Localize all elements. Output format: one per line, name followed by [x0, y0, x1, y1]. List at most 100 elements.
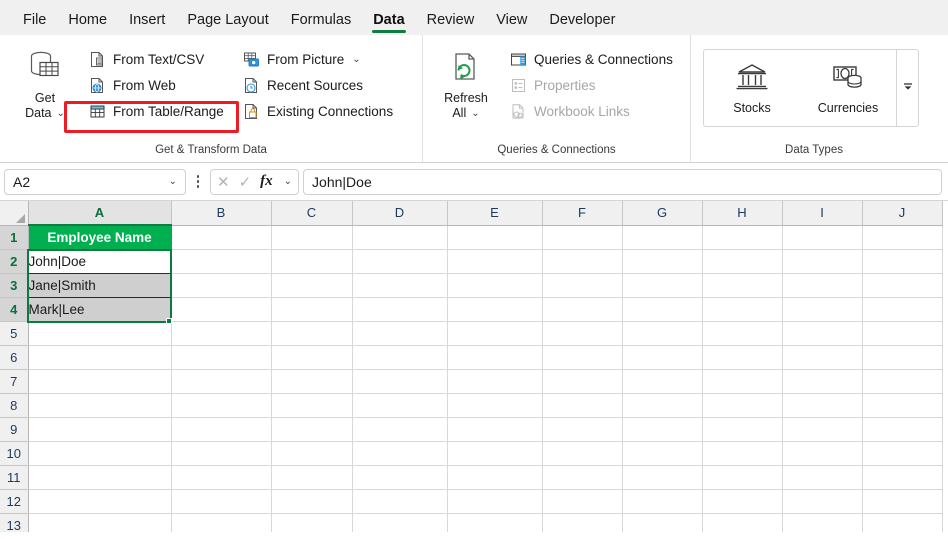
cell-i4[interactable]: [782, 297, 863, 322]
cell-e10[interactable]: [447, 441, 543, 466]
cell-b2[interactable]: [171, 249, 272, 274]
cell-h13[interactable]: [702, 513, 783, 532]
tab-data[interactable]: Data: [362, 8, 415, 35]
cell-g9[interactable]: [622, 417, 703, 442]
cell-f4[interactable]: [542, 297, 623, 322]
cell-f2[interactable]: [542, 249, 623, 274]
cell-i13[interactable]: [782, 513, 863, 532]
cell-c9[interactable]: [271, 417, 353, 442]
column-header-j[interactable]: J: [862, 201, 943, 226]
cell-i12[interactable]: [782, 489, 863, 514]
cell-g6[interactable]: [622, 345, 703, 370]
column-header-h[interactable]: H: [702, 201, 783, 226]
confirm-formula-icon[interactable]: ✓: [239, 173, 252, 191]
cell-g5[interactable]: [622, 321, 703, 346]
from-web-button[interactable]: From Web: [84, 72, 234, 98]
cell-j9[interactable]: [862, 417, 943, 442]
cell-j12[interactable]: [862, 489, 943, 514]
cell-e12[interactable]: [447, 489, 543, 514]
cell-j1[interactable]: [862, 225, 943, 250]
cell-a11[interactable]: [28, 465, 172, 490]
row-header-3[interactable]: 3: [0, 273, 29, 298]
cell-d2[interactable]: [352, 249, 448, 274]
cell-j10[interactable]: [862, 441, 943, 466]
from-text-csv-button[interactable]: From Text/CSV: [84, 46, 234, 72]
cell-i1[interactable]: [782, 225, 863, 250]
cell-h11[interactable]: [702, 465, 783, 490]
cell-b5[interactable]: [171, 321, 272, 346]
tab-home[interactable]: Home: [57, 8, 118, 35]
cell-b6[interactable]: [171, 345, 272, 370]
chevron-down-icon[interactable]: ⌄: [169, 176, 177, 187]
cell-j7[interactable]: [862, 369, 943, 394]
cell-h8[interactable]: [702, 393, 783, 418]
cell-b4[interactable]: [171, 297, 272, 322]
cell-f1[interactable]: [542, 225, 623, 250]
cell-c12[interactable]: [271, 489, 353, 514]
chevron-down-icon[interactable]: ⌄: [57, 106, 65, 121]
tab-review[interactable]: Review: [416, 8, 486, 35]
cell-c13[interactable]: [271, 513, 353, 532]
cell-f9[interactable]: [542, 417, 623, 442]
spreadsheet-grid[interactable]: A B C D E F G H I J 1 Employee Name 2 Jo…: [0, 201, 948, 532]
column-header-c[interactable]: C: [271, 201, 353, 226]
tab-formulas[interactable]: Formulas: [280, 8, 362, 35]
cell-e1[interactable]: [447, 225, 543, 250]
cell-c3[interactable]: [271, 273, 353, 298]
name-box[interactable]: A2 ⌄: [4, 168, 186, 195]
cell-a8[interactable]: [28, 393, 172, 418]
row-header-10[interactable]: 10: [0, 441, 29, 466]
cell-h3[interactable]: [702, 273, 783, 298]
column-header-b[interactable]: B: [171, 201, 272, 226]
column-header-e[interactable]: E: [447, 201, 543, 226]
cell-i7[interactable]: [782, 369, 863, 394]
column-header-i[interactable]: I: [782, 201, 863, 226]
column-header-f[interactable]: F: [542, 201, 623, 226]
cell-a4[interactable]: Mark|Lee: [28, 297, 172, 322]
recent-sources-button[interactable]: Recent Sources: [238, 72, 418, 98]
fill-handle[interactable]: [166, 318, 172, 324]
formula-input[interactable]: John|Doe: [303, 168, 942, 195]
cell-h5[interactable]: [702, 321, 783, 346]
cell-e3[interactable]: [447, 273, 543, 298]
cell-g10[interactable]: [622, 441, 703, 466]
cell-d6[interactable]: [352, 345, 448, 370]
currencies-data-type-button[interactable]: Currencies: [800, 50, 896, 126]
cell-i9[interactable]: [782, 417, 863, 442]
cell-d10[interactable]: [352, 441, 448, 466]
cell-f6[interactable]: [542, 345, 623, 370]
row-header-13[interactable]: 13: [0, 513, 29, 532]
tab-page-layout[interactable]: Page Layout: [176, 8, 279, 35]
cancel-formula-icon[interactable]: ✕: [217, 173, 230, 191]
cell-c1[interactable]: [271, 225, 353, 250]
cell-b3[interactable]: [171, 273, 272, 298]
cell-g4[interactable]: [622, 297, 703, 322]
cell-j8[interactable]: [862, 393, 943, 418]
from-picture-button[interactable]: From Picture ⌄: [238, 46, 418, 72]
row-header-6[interactable]: 6: [0, 345, 29, 370]
tab-file[interactable]: File: [12, 8, 57, 35]
tab-insert[interactable]: Insert: [118, 8, 176, 35]
cell-d13[interactable]: [352, 513, 448, 532]
cell-b1[interactable]: [171, 225, 272, 250]
cell-h12[interactable]: [702, 489, 783, 514]
row-header-5[interactable]: 5: [0, 321, 29, 346]
column-header-a[interactable]: A: [28, 201, 172, 226]
cell-c8[interactable]: [271, 393, 353, 418]
existing-connections-button[interactable]: Existing Connections: [238, 98, 418, 124]
row-header-9[interactable]: 9: [0, 417, 29, 442]
cell-h1[interactable]: [702, 225, 783, 250]
queries-and-connections-button[interactable]: Queries & Connections: [505, 46, 679, 72]
row-header-8[interactable]: 8: [0, 393, 29, 418]
cell-d8[interactable]: [352, 393, 448, 418]
cell-i5[interactable]: [782, 321, 863, 346]
cell-c5[interactable]: [271, 321, 353, 346]
cell-f8[interactable]: [542, 393, 623, 418]
cell-d5[interactable]: [352, 321, 448, 346]
cell-h2[interactable]: [702, 249, 783, 274]
cell-d4[interactable]: [352, 297, 448, 322]
get-data-button[interactable]: Get Data ⌄: [12, 41, 78, 121]
chevron-down-icon[interactable]: ⌄: [284, 176, 292, 187]
row-header-12[interactable]: 12: [0, 489, 29, 514]
cell-a5[interactable]: [28, 321, 172, 346]
